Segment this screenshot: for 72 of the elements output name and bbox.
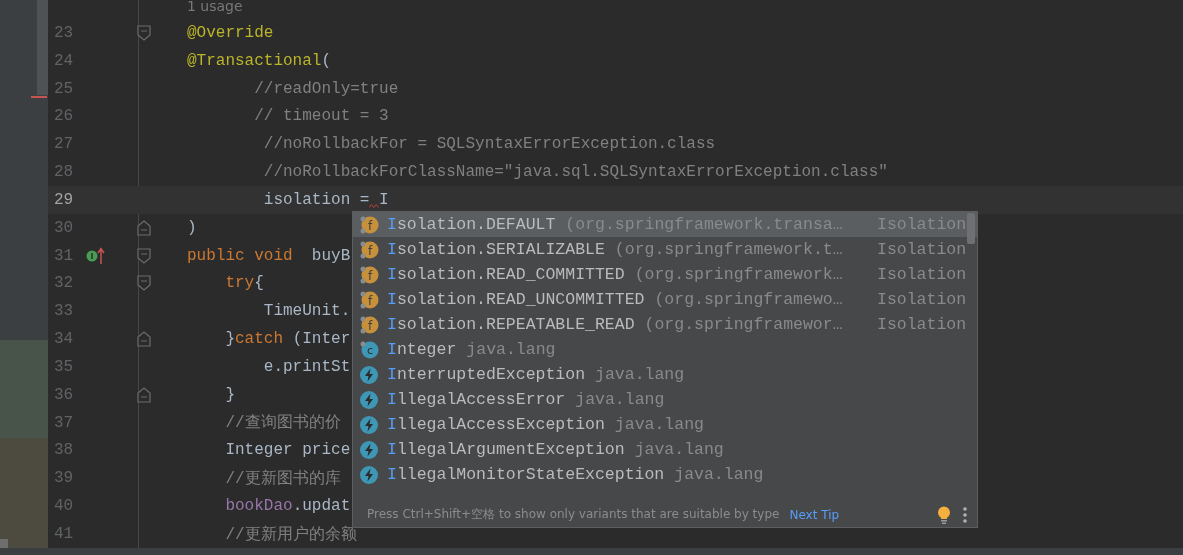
line-number: 38 <box>53 441 75 460</box>
line-number: 23 <box>53 23 75 42</box>
code-line: } <box>224 385 235 404</box>
scrollbar-thumb[interactable] <box>967 213 975 244</box>
code-line: @Transactional( <box>186 51 332 70</box>
completion-item[interactable]: IllegalAccessError java.lang <box>353 387 977 412</box>
line-number: 35 <box>53 357 75 376</box>
line-number: 33 <box>53 302 75 321</box>
field-icon: f <box>359 214 379 235</box>
implementation-icon[interactable] <box>86 246 106 265</box>
code-line: try{ <box>224 274 264 293</box>
line-number: 36 <box>53 385 75 404</box>
completion-item[interactable]: IllegalArgumentException java.lang <box>353 437 977 462</box>
line-number: 32 <box>53 274 75 293</box>
line-number: 28 <box>53 163 75 182</box>
field-icon: f <box>359 314 379 335</box>
code-line: public void buyB <box>186 246 351 265</box>
lightning-icon <box>359 414 379 435</box>
line-number: 37 <box>53 413 75 432</box>
fold-icon[interactable] <box>137 331 151 348</box>
code-line: //readOnly=true <box>253 79 399 98</box>
code-line: //noRollbackForClassName="java.sql.SQLSyntaxErrorException.class" <box>262 163 888 182</box>
code-line: @Override <box>186 23 274 42</box>
fold-icon[interactable] <box>137 386 151 403</box>
code-line: bookDao.updat <box>224 497 351 516</box>
lightning-icon <box>359 389 379 410</box>
line-number: 27 <box>53 135 75 154</box>
code-line: // timeout = 3 <box>253 107 389 126</box>
code-line: ) <box>186 218 197 237</box>
class-icon: c <box>359 339 379 360</box>
completion-item[interactable]: IllegalMonitorStateException java.lang <box>353 462 977 487</box>
code-line: //noRollbackFor = SQLSyntaxErrorException.class <box>262 135 716 154</box>
code-line: Integer price <box>224 441 351 460</box>
more-icon[interactable] <box>963 506 967 523</box>
next-tip-link[interactable]: Next Tip <box>789 507 840 522</box>
line-number: 25 <box>53 79 75 98</box>
code-line: //更新用户的余额 <box>224 524 357 545</box>
field-icon: f <box>359 289 379 310</box>
line-number: 40 <box>53 497 75 516</box>
line-number: 29 <box>53 190 75 209</box>
completion-item[interactable]: IllegalAccessException java.lang <box>353 412 977 437</box>
line-number: 39 <box>53 469 75 488</box>
completion-item[interactable]: f Isolation.REPEATABLE_READ (org.springframewor… Isolation <box>353 312 977 337</box>
line-number: 31 <box>53 246 75 265</box>
code-line: e.printSt <box>262 357 351 376</box>
usage-hint[interactable]: 1 usage <box>187 0 243 14</box>
completion-item[interactable]: f Isolation.READ_COMMITTED (org.springframework… Isolation <box>353 262 977 287</box>
completion-item[interactable]: c Integer java.lang <box>353 337 977 362</box>
fold-icon[interactable] <box>137 247 151 264</box>
code-line: //更新图书的库 <box>224 468 341 489</box>
line-number: 34 <box>53 330 75 349</box>
fold-icon[interactable] <box>137 275 151 292</box>
lightbulb-icon[interactable] <box>937 505 951 524</box>
completion-item[interactable]: f Isolation.READ_UNCOMMITTED (org.springframewo… Isolation <box>353 287 977 312</box>
code-line: TimeUnit. <box>262 302 351 321</box>
line-number: 24 <box>53 51 75 70</box>
completion-item[interactable]: InterruptedException java.lang <box>353 362 977 387</box>
line-number: 26 <box>53 107 75 126</box>
lightning-icon <box>359 364 379 385</box>
code-line: }catch (Inter <box>224 330 351 349</box>
fold-icon[interactable] <box>137 219 151 236</box>
field-icon: f <box>359 264 379 285</box>
lightning-icon <box>359 464 379 485</box>
hint-text: Press Ctrl+Shift+空格 to show only variants that are suitable by type <box>367 506 780 524</box>
field-icon: f <box>359 239 379 260</box>
lightning-icon <box>359 439 379 460</box>
line-number: 30 <box>53 218 75 237</box>
fold-icon[interactable] <box>137 24 151 41</box>
completion-item[interactable]: f Isolation.SERIALIZABLE (org.springframework.t… Isolation <box>353 237 977 262</box>
line-number: 41 <box>53 525 75 543</box>
code-line: isolation = I <box>262 190 389 209</box>
code-line: //查询图书的价 <box>224 413 341 434</box>
